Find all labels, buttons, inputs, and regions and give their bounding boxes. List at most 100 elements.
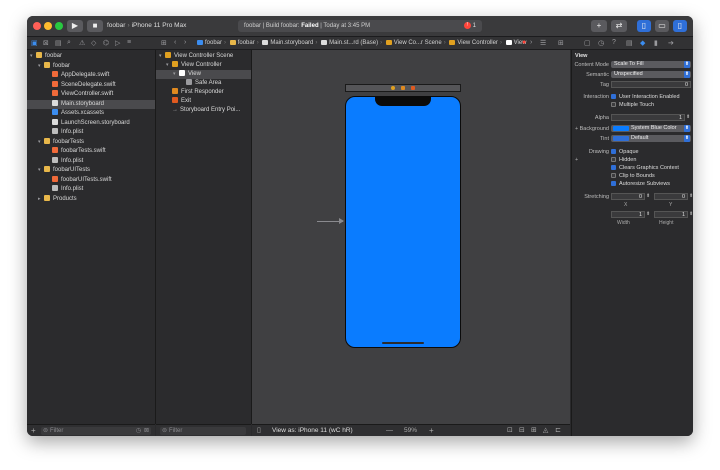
storyboard-canvas[interactable] bbox=[252, 50, 570, 424]
outline-item[interactable]: First Responder bbox=[156, 88, 251, 97]
symbol-icon[interactable]: ▤ bbox=[55, 39, 62, 47]
navigator-item[interactable]: Main.storyboard bbox=[27, 99, 155, 109]
hidden-checkbox[interactable]: Hidden bbox=[611, 156, 636, 164]
add-file-button[interactable]: + bbox=[31, 425, 36, 436]
semantic-popup[interactable]: Unspecified bbox=[611, 71, 691, 78]
navigator-item[interactable]: foobarUITests.swift bbox=[27, 175, 155, 185]
tag-field[interactable]: 0 bbox=[611, 81, 691, 88]
outline-item[interactable]: Safe Area bbox=[156, 79, 251, 88]
navigator-item[interactable]: ▾ foobarUITests bbox=[27, 166, 155, 175]
toggle-navigator-button[interactable]: ▯ bbox=[637, 20, 651, 32]
alpha-stepper-icon[interactable]: ⬍ bbox=[686, 114, 690, 120]
clip-to-bounds-checkbox[interactable]: Clip to Bounds bbox=[611, 172, 655, 180]
navigator-item[interactable]: SceneDelegate.swift bbox=[27, 80, 155, 90]
folder-navigator-icon[interactable]: ▣ bbox=[31, 39, 38, 47]
first-responder-dock-icon[interactable] bbox=[401, 86, 405, 90]
stop-button[interactable]: ■ bbox=[87, 20, 103, 32]
source-control-icon[interactable]: ⊠ bbox=[43, 39, 49, 47]
quick-help-icon[interactable]: ? bbox=[612, 39, 616, 46]
scheme-selector[interactable]: foobar › iPhone 11 Pro Max bbox=[107, 20, 202, 32]
align-icon[interactable]: ⊟ bbox=[519, 425, 525, 436]
close-window-button[interactable] bbox=[33, 22, 41, 30]
toggle-outline-icon[interactable]: ▯ bbox=[257, 425, 261, 436]
content-mode-popup[interactable]: Scale To Fill bbox=[611, 61, 691, 68]
navigator-item[interactable]: Info.plist bbox=[27, 185, 155, 194]
issue-badge-icon[interactable]: ● bbox=[522, 39, 526, 46]
add-constraints-icon[interactable]: ⊞ bbox=[531, 425, 537, 436]
navigator-item[interactable]: foobarTests.swift bbox=[27, 147, 155, 156]
navigator-item[interactable]: LaunchScreen.storyboard bbox=[27, 118, 155, 128]
editor-options-icon[interactable]: ☰ bbox=[540, 39, 546, 47]
hidden-variation-button[interactable]: + bbox=[575, 156, 578, 164]
clears-graphics-checkbox[interactable]: Clears Graphics Context bbox=[611, 164, 679, 172]
navigator-item[interactable]: ViewController.swift bbox=[27, 90, 155, 99]
navigator-item[interactable]: Info.plist bbox=[27, 128, 155, 137]
scene-dock[interactable] bbox=[345, 84, 461, 92]
navigator-item[interactable]: AppDelegate.swift bbox=[27, 71, 155, 80]
debug-icon[interactable]: ⌬ bbox=[103, 39, 109, 47]
toggle-inspector-button[interactable]: ▯ bbox=[673, 20, 687, 32]
outline-item[interactable]: → Storyboard Entry Poi... bbox=[156, 106, 251, 115]
resolve-issues-icon[interactable]: ◬ bbox=[543, 425, 548, 436]
error-count-button[interactable]: ! 1 bbox=[463, 20, 476, 32]
navigator-item[interactable]: ▾ foobar bbox=[27, 61, 155, 71]
exit-dock-icon[interactable] bbox=[411, 86, 415, 90]
zoom-window-button[interactable] bbox=[55, 22, 63, 30]
stretch-width-field[interactable]: 1 bbox=[611, 211, 645, 218]
next-issue-icon[interactable]: › bbox=[530, 39, 532, 46]
identity-icon[interactable]: ▤ bbox=[626, 39, 633, 47]
outline-item[interactable]: ▾ View Controller bbox=[156, 61, 251, 70]
navigator-filter-input[interactable]: ⊜ Filter ◷ ⊠ bbox=[41, 427, 151, 435]
breadcrumb-item[interactable]: View Co...r Scene bbox=[394, 40, 442, 46]
outline-filter-input[interactable]: ⊜ Filter bbox=[160, 427, 246, 435]
grid-icon[interactable]: ⊞ bbox=[161, 39, 167, 47]
opaque-checkbox[interactable]: Opaque bbox=[611, 148, 639, 156]
run-button[interactable]: ▶ bbox=[67, 20, 83, 32]
view-as-device-button[interactable]: View as: iPhone 11 (wC hR) bbox=[272, 425, 353, 436]
recent-files-icon[interactable]: ◷ bbox=[136, 427, 141, 435]
breakpoint-icon[interactable]: ▷ bbox=[115, 39, 120, 47]
zoom-out-button[interactable]: — bbox=[386, 425, 393, 436]
multiple-touch-checkbox[interactable]: Multiple Touch bbox=[611, 101, 654, 109]
breadcrumb-item[interactable]: foobar bbox=[205, 40, 222, 46]
issue-icon[interactable]: ⚠ bbox=[79, 39, 85, 47]
breadcrumb-item[interactable]: Main.storyboard bbox=[270, 40, 313, 46]
size-icon[interactable]: ▮ bbox=[654, 39, 658, 47]
update-frames-icon[interactable]: ⊡ bbox=[507, 425, 513, 436]
source-control-filter-icon[interactable]: ⊠ bbox=[144, 427, 149, 435]
outline-item[interactable]: ▾ View Controller Scene bbox=[156, 52, 251, 61]
stretch-height-stepper-icon[interactable]: ⬍ bbox=[689, 211, 693, 217]
toggle-debug-button[interactable]: ▭ bbox=[655, 20, 669, 32]
stretch-width-stepper-icon[interactable]: ⬍ bbox=[646, 211, 650, 217]
minimize-window-button[interactable] bbox=[44, 22, 52, 30]
outline-item[interactable]: ▾ View bbox=[156, 70, 251, 79]
navigator-item[interactable]: Info.plist bbox=[27, 156, 155, 166]
iphone-view[interactable] bbox=[345, 96, 461, 348]
forward-icon[interactable]: › bbox=[184, 39, 186, 46]
stretch-y-field[interactable]: 0 bbox=[654, 193, 688, 200]
alpha-field[interactable]: 1 bbox=[611, 114, 685, 121]
navigator-item[interactable]: ▾ foobar bbox=[27, 52, 155, 61]
find-icon[interactable]: ⌕ bbox=[67, 39, 71, 47]
outline-item[interactable]: Exit bbox=[156, 97, 251, 106]
embed-in-icon[interactable]: ⊏ bbox=[555, 425, 561, 436]
file-inspector-icon[interactable]: ▢ bbox=[584, 39, 591, 47]
connections-icon[interactable]: ➔ bbox=[668, 39, 674, 47]
zoom-in-button[interactable]: + bbox=[429, 425, 434, 436]
code-review-button[interactable]: ⇄ bbox=[611, 20, 627, 32]
navigator-item[interactable]: ▸ Products bbox=[27, 194, 155, 204]
stretch-x-stepper-icon[interactable]: ⬍ bbox=[646, 193, 650, 199]
stretch-y-stepper-icon[interactable]: ⬍ bbox=[689, 193, 693, 199]
navigator-item[interactable]: ▾ foobarTests bbox=[27, 137, 155, 147]
stretch-x-field[interactable]: 0 bbox=[611, 193, 645, 200]
zoom-level[interactable]: 59% bbox=[404, 425, 417, 436]
navigator-item[interactable]: Assets.xcassets bbox=[27, 109, 155, 118]
previous-issue-icon[interactable]: ‹ bbox=[514, 39, 516, 46]
autoresize-checkbox[interactable]: Autoresize Subviews bbox=[611, 180, 670, 188]
user-interaction-checkbox[interactable]: User Interaction Enabled bbox=[611, 93, 680, 101]
back-icon[interactable]: ‹ bbox=[174, 39, 176, 46]
entry-point-arrow[interactable] bbox=[317, 218, 344, 224]
breadcrumb-item[interactable]: View Controller bbox=[457, 40, 498, 46]
history-icon[interactable]: ◷ bbox=[598, 39, 604, 47]
test-icon[interactable]: ◇ bbox=[91, 39, 96, 47]
